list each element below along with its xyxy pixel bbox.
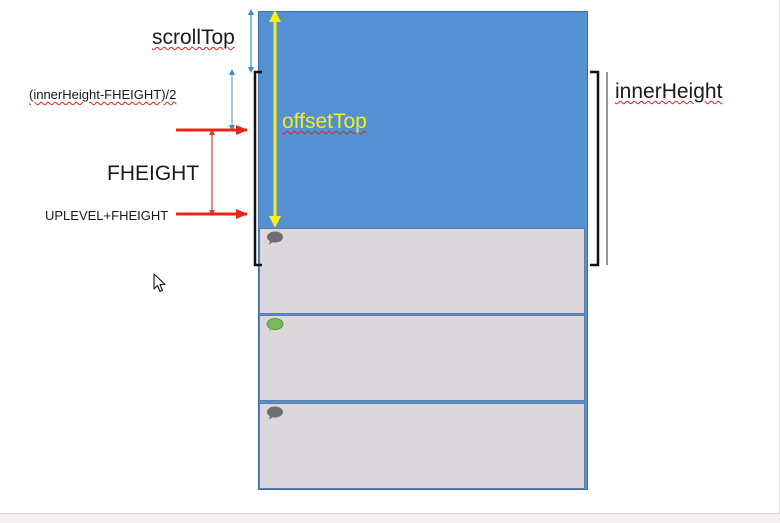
offsettop-label: offsetTop (282, 110, 367, 133)
fheight-label: FHEIGHT (107, 162, 200, 185)
innerheight-label: innerHeight (615, 80, 723, 103)
viewport-left-bracket (253, 70, 262, 267)
scrolltop-label: scrollTop (152, 26, 235, 49)
viewport-right-bracket (590, 70, 600, 267)
diagram-overlay (176, 9, 608, 267)
mouse-pointer-icon (153, 273, 166, 293)
half-gap-label: (innerHeight-FHEIGHT)/2 (29, 87, 177, 102)
uplevel-label: UPLEVEL+FHEIGHT (45, 208, 169, 223)
